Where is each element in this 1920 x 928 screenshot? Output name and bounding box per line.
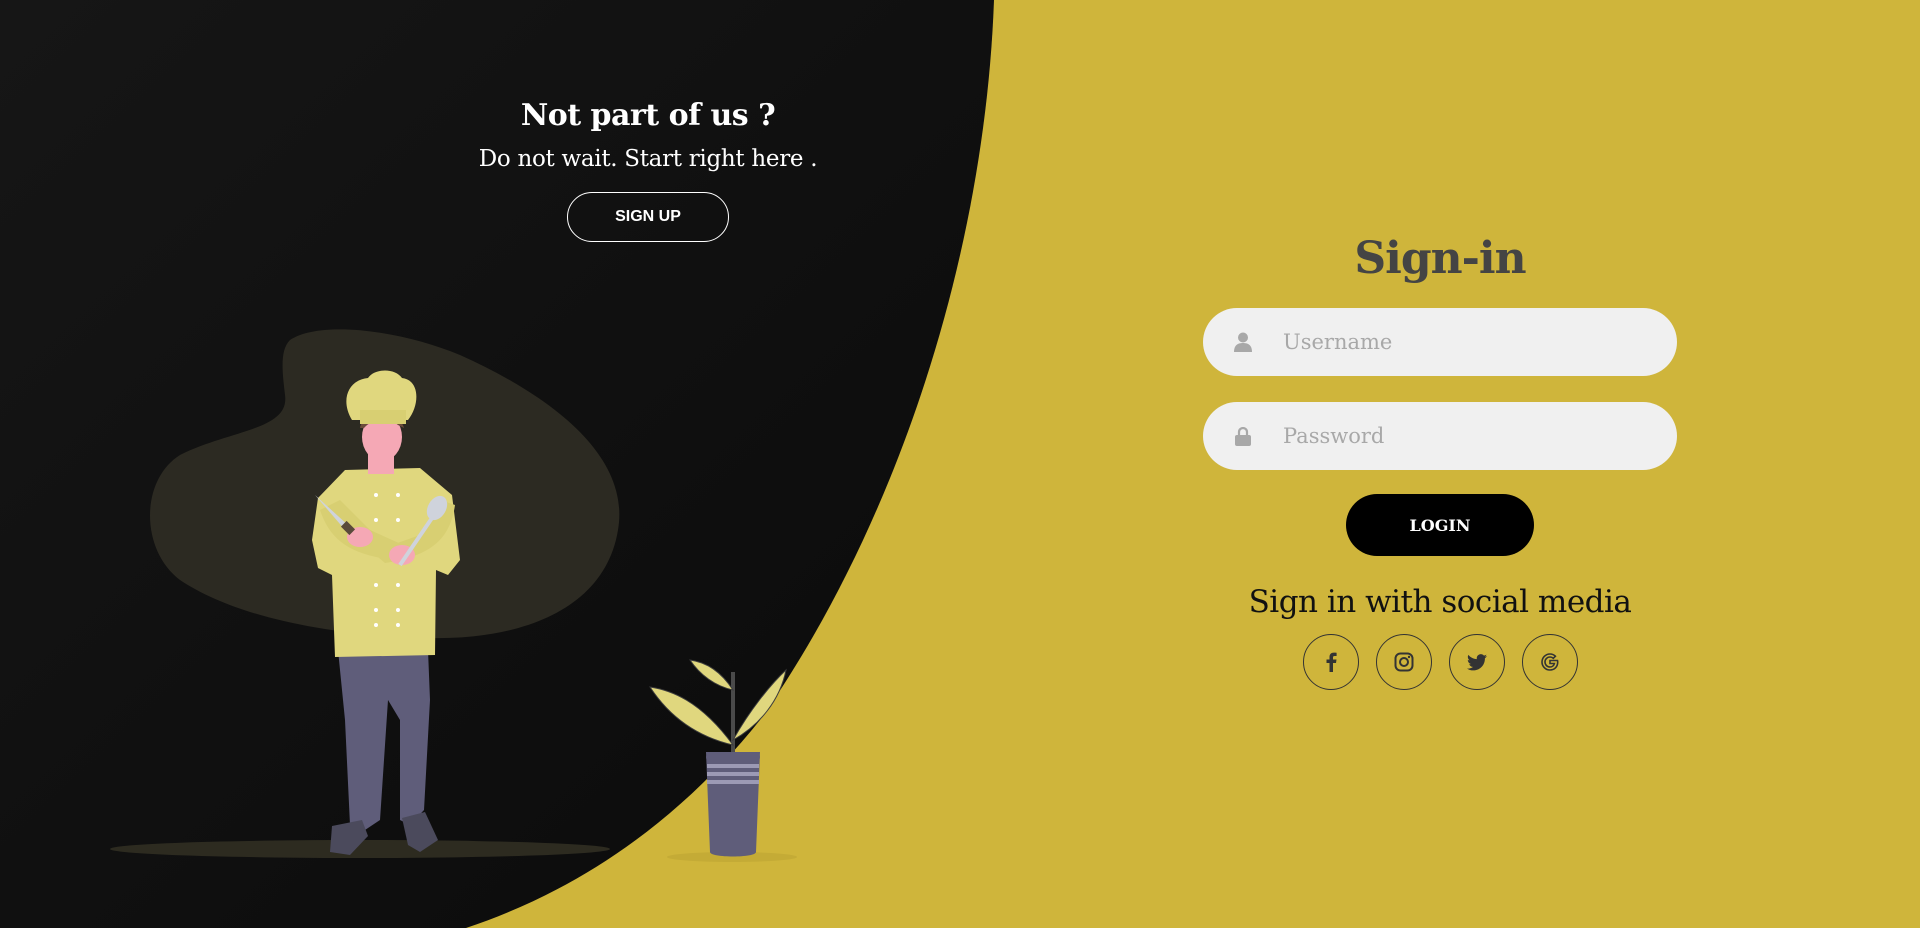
lock-icon xyxy=(1203,426,1283,446)
username-field-container xyxy=(1203,308,1677,376)
social-media-row xyxy=(1203,634,1677,690)
instagram-icon[interactable] xyxy=(1375,634,1432,690)
password-field-container xyxy=(1203,402,1677,470)
username-input[interactable] xyxy=(1283,308,1677,376)
page: Not part of us ? Do not wait. Start righ… xyxy=(0,0,1920,928)
twitter-icon[interactable] xyxy=(1448,634,1505,690)
promo-subtitle: Do not wait. Start right here . xyxy=(478,146,818,172)
promo-title: Not part of us ? xyxy=(520,98,776,133)
google-icon[interactable] xyxy=(1521,634,1578,690)
signin-form: Sign-in LOGIN Sign in with social media xyxy=(1203,226,1677,690)
signup-button[interactable]: SIGN UP xyxy=(567,192,729,242)
signin-title: Sign-in xyxy=(1354,233,1526,284)
social-text: Sign in with social media xyxy=(1248,584,1632,620)
user-icon xyxy=(1203,332,1283,352)
login-button[interactable]: LOGIN xyxy=(1346,494,1534,556)
signup-promo: Not part of us ? Do not wait. Start righ… xyxy=(440,90,856,242)
facebook-icon[interactable] xyxy=(1302,634,1359,690)
password-input[interactable] xyxy=(1283,402,1677,470)
